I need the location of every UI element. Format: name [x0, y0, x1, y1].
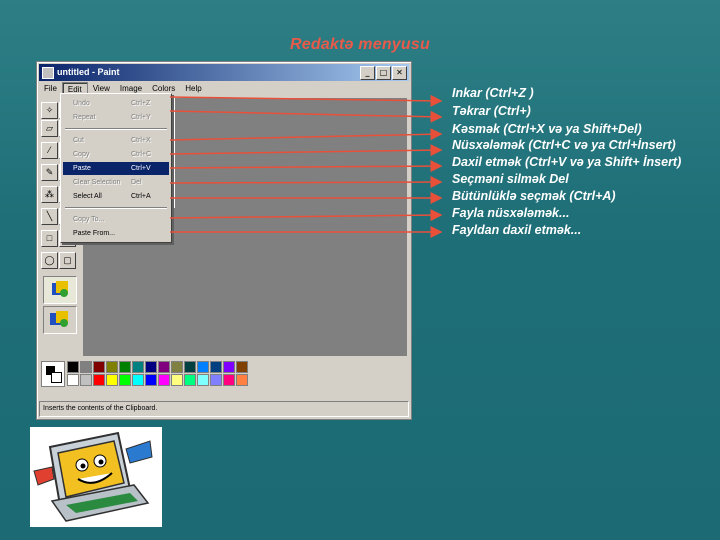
computer-clipart-icon [30, 427, 162, 527]
desc-copy: Nüsxələmək (Ctrl+C və ya Ctrl+İnsert) [452, 138, 676, 152]
desc-copy-to: Fayla nüsxələmək... [452, 206, 570, 220]
arrow-clear-selection [169, 176, 443, 189]
arrow-undo [169, 94, 443, 107]
desc-paste-from: Fayldan daxil etmək... [452, 223, 582, 237]
arrow-copy [169, 144, 443, 157]
desc-repeat: Təkrar (Ctrl+) [452, 104, 531, 118]
arrow-paste [169, 160, 443, 173]
desc-paste: Daxil etmək (Ctrl+V və ya Shift+ İnsert) [452, 155, 682, 169]
arrow-cut [169, 128, 443, 141]
arrow-repeat [169, 110, 443, 123]
desc-cut: Kəsmək (Ctrl+X və ya Shift+Del) [452, 122, 642, 136]
desc-select-all: Bütünlüklə seçmək (Ctrl+A) [452, 189, 616, 203]
desc-clear-selection: Seçməni silmək Del [452, 172, 569, 186]
desc-undo: Inkar (Ctrl+Z ) [452, 86, 534, 100]
arrow-copy-to [169, 209, 443, 222]
